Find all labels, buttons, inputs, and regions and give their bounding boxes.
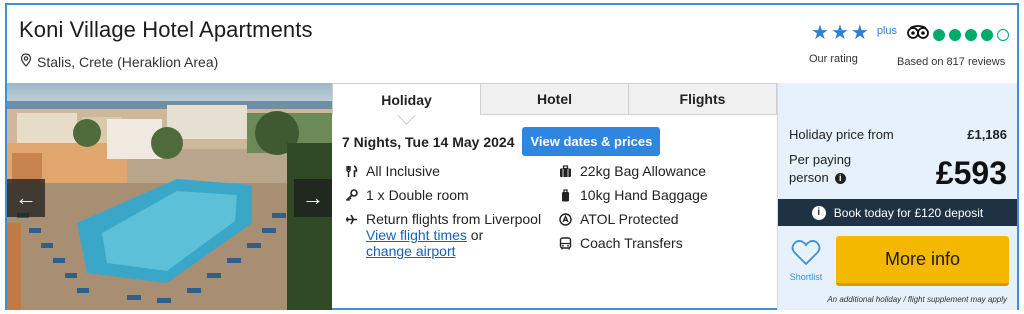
hotel-photo-image: [7, 83, 332, 310]
coach-transfers: Coach Transfers: [580, 235, 683, 251]
hotel-name[interactable]: Koni Village Hotel Apartments: [19, 17, 313, 43]
photo-next-button[interactable]: →: [294, 179, 332, 217]
price-panel: Holiday price from £1,186 Per paying per…: [777, 83, 1017, 310]
flights-info: Return flights from Liverpool View fligh…: [366, 211, 541, 259]
rating-bubble-filled: [981, 28, 993, 41]
hand-luggage-icon: [558, 187, 572, 203]
supplement-note: An additional holiday / flight supplemen…: [827, 295, 1007, 304]
tripadvisor-owl-icon: [907, 25, 929, 44]
holiday-details: 7 Nights, Tue 14 May 2024 View dates & p…: [332, 115, 777, 310]
view-flight-times-link[interactable]: View flight times: [366, 227, 467, 243]
hotel-photo[interactable]: ← →: [7, 83, 332, 310]
photo-prev-button[interactable]: ←: [7, 179, 45, 217]
price-from-label: Holiday price from: [789, 127, 894, 142]
feature-flights: Return flights from Liverpool View fligh…: [344, 211, 549, 259]
feature-transfers: Coach Transfers: [558, 235, 768, 251]
detail-tabs: Holiday Hotel Flights: [332, 83, 777, 115]
feature-room: 1 x Double room: [344, 187, 549, 203]
rating-bubble-filled: [933, 28, 945, 41]
rating-label: Our rating: [809, 53, 858, 65]
per-person-row: Per paying person i £593: [789, 151, 1007, 192]
shortlist-label: Shortlist: [789, 272, 823, 282]
per-person-price: £593: [935, 155, 1007, 191]
key-icon: [344, 187, 358, 203]
deposit-text: Book today for £120 deposit: [833, 205, 984, 220]
feature-hand-baggage: 10kg Hand Baggage: [558, 187, 768, 203]
arrow-left-icon: ←: [15, 185, 37, 210]
tab-holiday[interactable]: Holiday: [332, 83, 481, 115]
tab-flights[interactable]: Flights: [629, 83, 777, 115]
reviews-count: Based on 817 reviews: [897, 56, 1006, 68]
heart-icon: [791, 240, 821, 270]
flights-origin: Return flights from Liverpool: [366, 211, 542, 227]
tripadvisor-rating[interactable]: Based on 817 reviews: [897, 25, 1015, 68]
more-info-button[interactable]: More info: [836, 236, 1009, 286]
or-text: or: [466, 227, 484, 243]
feature-bag: 22kg Bag Allowance: [558, 163, 768, 179]
arrow-right-icon: →: [302, 185, 324, 210]
tab-hotel[interactable]: Hotel: [481, 83, 629, 115]
change-airport-link[interactable]: change airport: [366, 243, 456, 259]
map-pin-icon: [19, 53, 33, 70]
plane-icon: [344, 211, 358, 227]
feature-atol: ATOL Protected: [558, 211, 768, 227]
features-right: 22kg Bag Allowance 10kg Hand Baggage ATO…: [558, 163, 768, 259]
per-person-label-wrap: Per paying person i: [789, 151, 889, 192]
rating-bubble-empty: [997, 28, 1009, 41]
atol-shield-icon: [558, 211, 572, 227]
our-rating: ★ ★ ★ plus Our rating: [807, 23, 897, 65]
rating-bubble-filled: [949, 28, 961, 41]
room-type: 1 x Double room: [366, 187, 469, 203]
stay-summary-row: 7 Nights, Tue 14 May 2024 View dates & p…: [342, 127, 661, 156]
price-from-row: Holiday price from £1,186: [789, 127, 1007, 142]
price-from-value: £1,186: [967, 127, 1007, 142]
location-text: Stalis, Crete (Heraklion Area): [37, 53, 219, 70]
bag-allowance: 22kg Bag Allowance: [580, 163, 707, 179]
feature-board: All Inclusive: [344, 163, 549, 179]
rating-bubble-filled: [965, 28, 977, 41]
info-icon[interactable]: i: [834, 172, 846, 184]
star-icon: ★: [811, 22, 829, 44]
info-circle-icon: i: [811, 205, 826, 220]
star-icon: ★: [850, 22, 869, 44]
suitcase-icon: [558, 163, 572, 179]
bus-icon: [558, 235, 572, 251]
hand-baggage: 10kg Hand Baggage: [580, 187, 708, 203]
deposit-banner: i Book today for £120 deposit: [778, 199, 1017, 226]
star-rating: ★ ★ ★ plus: [807, 23, 897, 43]
cutlery-icon: [344, 163, 358, 179]
shortlist-button[interactable]: Shortlist: [786, 238, 826, 282]
tripadvisor-score: [897, 25, 1015, 44]
hotel-location: Stalis, Crete (Heraklion Area): [19, 53, 218, 70]
holiday-card: Koni Village Hotel Apartments Stalis, Cr…: [5, 3, 1019, 310]
features-left: All Inclusive 1 x Double room Return fli…: [344, 163, 549, 267]
board-basis: All Inclusive: [366, 163, 440, 179]
view-dates-button[interactable]: View dates & prices: [522, 127, 661, 156]
star-icon: ★: [830, 22, 849, 44]
rating-plus: plus: [876, 25, 897, 37]
atol-protected: ATOL Protected: [580, 211, 679, 227]
stay-summary: 7 Nights, Tue 14 May 2024: [342, 133, 515, 150]
